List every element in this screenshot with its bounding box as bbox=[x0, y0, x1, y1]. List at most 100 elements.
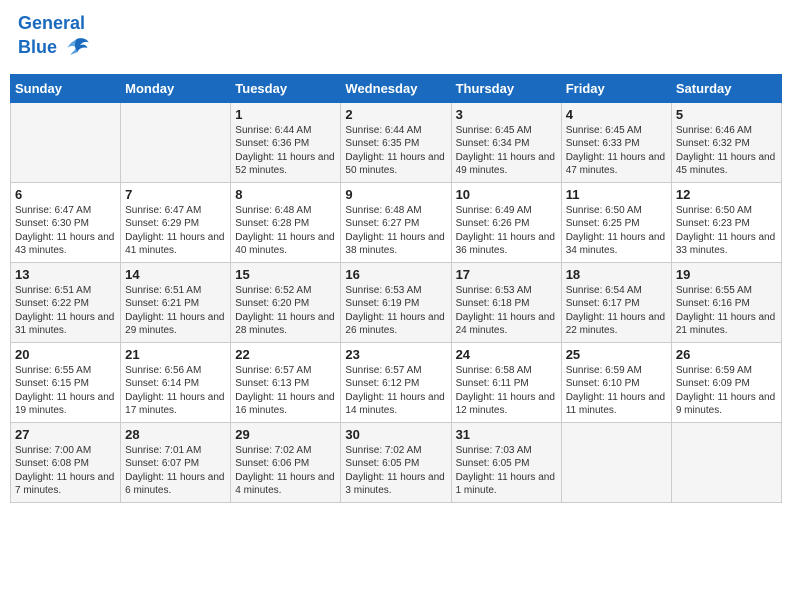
day-info: Sunrise: 6:49 AM Sunset: 6:26 PM Dayligh… bbox=[456, 204, 557, 258]
logo-bird-icon bbox=[62, 34, 90, 62]
header-day-sunday: Sunday bbox=[11, 74, 121, 102]
day-info: Sunrise: 6:45 AM Sunset: 6:34 PM Dayligh… bbox=[456, 124, 557, 178]
week-row-4: 20 Sunrise: 6:55 AM Sunset: 6:15 PM Dayli… bbox=[11, 342, 782, 422]
calendar-cell: 7Sunrise: 6:47 AM Sunset: 6:29 PM Daylig… bbox=[121, 182, 231, 262]
day-number: 8 bbox=[235, 187, 336, 202]
day-info: Sunrise: 6:48 AM Sunset: 6:27 PM Dayligh… bbox=[345, 204, 446, 258]
header-day-saturday: Saturday bbox=[671, 74, 781, 102]
day-info: Sunrise: 7:00 AM Sunset: 6:08 PM Dayligh… bbox=[15, 444, 116, 498]
header-day-tuesday: Tuesday bbox=[231, 74, 341, 102]
day-number: 15 bbox=[235, 267, 336, 282]
calendar-cell: 2 Sunrise: 6:44 AM Sunset: 6:35 PM Daylig… bbox=[341, 102, 451, 182]
calendar-cell: 26Sunrise: 6:59 AM Sunset: 6:09 PM Dayli… bbox=[671, 342, 781, 422]
header-day-monday: Monday bbox=[121, 74, 231, 102]
calendar-cell: 18 Sunrise: 6:54 AM Sunset: 6:17 PM Dayli… bbox=[561, 262, 671, 342]
calendar-cell bbox=[671, 422, 781, 502]
calendar-cell: 3 Sunrise: 6:45 AM Sunset: 6:34 PM Daylig… bbox=[451, 102, 561, 182]
day-info: Sunrise: 6:55 AM Sunset: 6:16 PM Dayligh… bbox=[676, 284, 777, 338]
calendar-cell: 19 Sunrise: 6:55 AM Sunset: 6:16 PM Dayli… bbox=[671, 262, 781, 342]
calendar-cell: 14 Sunrise: 6:51 AM Sunset: 6:21 PM Dayli… bbox=[121, 262, 231, 342]
day-info: Sunrise: 7:03 AM Sunset: 6:05 PM Dayligh… bbox=[456, 444, 557, 498]
calendar-cell: 27 Sunrise: 7:00 AM Sunset: 6:08 PM Dayli… bbox=[11, 422, 121, 502]
calendar-cell: 1 Sunrise: 6:44 AM Sunset: 6:36 PM Daylig… bbox=[231, 102, 341, 182]
day-info: Sunrise: 7:01 AM Sunset: 6:07 PM Dayligh… bbox=[125, 444, 226, 498]
day-number: 9 bbox=[345, 187, 446, 202]
day-number: 28 bbox=[125, 427, 226, 442]
day-number: 14 bbox=[125, 267, 226, 282]
day-number: 11 bbox=[566, 187, 667, 202]
calendar-cell: 30 Sunrise: 7:02 AM Sunset: 6:05 PM Dayli… bbox=[341, 422, 451, 502]
calendar-cell: 11 Sunrise: 6:50 AM Sunset: 6:25 PM Dayli… bbox=[561, 182, 671, 262]
calendar-cell: 20 Sunrise: 6:55 AM Sunset: 6:15 PM Dayli… bbox=[11, 342, 121, 422]
day-number: 24 bbox=[456, 347, 557, 362]
day-number: 19 bbox=[676, 267, 777, 282]
day-info: Sunrise: 6:59 AM Sunset: 6:09 PM Dayligh… bbox=[676, 364, 777, 418]
calendar-cell: 5 Sunrise: 6:46 AM Sunset: 6:32 PM Daylig… bbox=[671, 102, 781, 182]
calendar-cell: 17 Sunrise: 6:53 AM Sunset: 6:18 PM Dayli… bbox=[451, 262, 561, 342]
calendar-cell: 28 Sunrise: 7:01 AM Sunset: 6:07 PM Dayli… bbox=[121, 422, 231, 502]
day-info: Sunrise: 6:44 AM Sunset: 6:35 PM Dayligh… bbox=[345, 124, 446, 178]
day-number: 27 bbox=[15, 427, 116, 442]
day-number: 30 bbox=[345, 427, 446, 442]
day-info: Sunrise: 6:50 AM Sunset: 6:23 PM Dayligh… bbox=[676, 204, 777, 258]
week-row-5: 27 Sunrise: 7:00 AM Sunset: 6:08 PM Dayli… bbox=[11, 422, 782, 502]
day-number: 3 bbox=[456, 107, 557, 122]
calendar-cell: 16 Sunrise: 6:53 AM Sunset: 6:19 PM Dayli… bbox=[341, 262, 451, 342]
day-info: Sunrise: 6:53 AM Sunset: 6:18 PM Dayligh… bbox=[456, 284, 557, 338]
day-number: 5 bbox=[676, 107, 777, 122]
calendar-cell bbox=[121, 102, 231, 182]
day-info: Sunrise: 6:50 AM Sunset: 6:25 PM Dayligh… bbox=[566, 204, 667, 258]
day-info: Sunrise: 7:02 AM Sunset: 6:06 PM Dayligh… bbox=[235, 444, 336, 498]
calendar-cell: 22Sunrise: 6:57 AM Sunset: 6:13 PM Dayli… bbox=[231, 342, 341, 422]
day-number: 4 bbox=[566, 107, 667, 122]
day-number: 18 bbox=[566, 267, 667, 282]
day-info: Sunrise: 6:56 AM Sunset: 6:14 PM Dayligh… bbox=[125, 364, 226, 418]
week-row-3: 13 Sunrise: 6:51 AM Sunset: 6:22 PM Dayli… bbox=[11, 262, 782, 342]
day-number: 10 bbox=[456, 187, 557, 202]
calendar-cell: 13 Sunrise: 6:51 AM Sunset: 6:22 PM Dayli… bbox=[11, 262, 121, 342]
day-number: 23 bbox=[345, 347, 446, 362]
day-info: Sunrise: 6:46 AM Sunset: 6:32 PM Dayligh… bbox=[676, 124, 777, 178]
day-number: 25 bbox=[566, 347, 667, 362]
day-number: 16 bbox=[345, 267, 446, 282]
day-info: Sunrise: 6:47 AM Sunset: 6:30 PM Dayligh… bbox=[15, 204, 116, 258]
calendar-cell bbox=[561, 422, 671, 502]
day-info: Sunrise: 6:58 AM Sunset: 6:11 PM Dayligh… bbox=[456, 364, 557, 418]
calendar-cell: 4 Sunrise: 6:45 AM Sunset: 6:33 PM Daylig… bbox=[561, 102, 671, 182]
day-info: Sunrise: 6:44 AM Sunset: 6:36 PM Dayligh… bbox=[235, 124, 336, 178]
page-header: General Blue bbox=[10, 10, 782, 66]
calendar-cell: 29Sunrise: 7:02 AM Sunset: 6:06 PM Dayli… bbox=[231, 422, 341, 502]
calendar-cell: 8 Sunrise: 6:48 AM Sunset: 6:28 PM Daylig… bbox=[231, 182, 341, 262]
calendar-cell: 23Sunrise: 6:57 AM Sunset: 6:12 PM Dayli… bbox=[341, 342, 451, 422]
calendar-cell: 24 Sunrise: 6:58 AM Sunset: 6:11 PM Dayli… bbox=[451, 342, 561, 422]
day-number: 20 bbox=[15, 347, 116, 362]
day-info: Sunrise: 6:57 AM Sunset: 6:13 PM Dayligh… bbox=[235, 364, 336, 418]
day-number: 17 bbox=[456, 267, 557, 282]
day-info: Sunrise: 6:53 AM Sunset: 6:19 PM Dayligh… bbox=[345, 284, 446, 338]
day-info: Sunrise: 6:54 AM Sunset: 6:17 PM Dayligh… bbox=[566, 284, 667, 338]
day-info: Sunrise: 6:48 AM Sunset: 6:28 PM Dayligh… bbox=[235, 204, 336, 258]
day-number: 12 bbox=[676, 187, 777, 202]
calendar-cell: 6 Sunrise: 6:47 AM Sunset: 6:30 PM Daylig… bbox=[11, 182, 121, 262]
day-number: 1 bbox=[235, 107, 336, 122]
day-info: Sunrise: 6:45 AM Sunset: 6:33 PM Dayligh… bbox=[566, 124, 667, 178]
day-info: Sunrise: 6:51 AM Sunset: 6:21 PM Dayligh… bbox=[125, 284, 226, 338]
day-info: Sunrise: 7:02 AM Sunset: 6:05 PM Dayligh… bbox=[345, 444, 446, 498]
day-number: 6 bbox=[15, 187, 116, 202]
calendar-cell: 15Sunrise: 6:52 AM Sunset: 6:20 PM Dayli… bbox=[231, 262, 341, 342]
calendar-cell: 10 Sunrise: 6:49 AM Sunset: 6:26 PM Dayli… bbox=[451, 182, 561, 262]
day-info: Sunrise: 6:47 AM Sunset: 6:29 PM Dayligh… bbox=[125, 204, 226, 258]
day-info: Sunrise: 6:51 AM Sunset: 6:22 PM Dayligh… bbox=[15, 284, 116, 338]
header-row: SundayMondayTuesdayWednesdayThursdayFrid… bbox=[11, 74, 782, 102]
header-day-friday: Friday bbox=[561, 74, 671, 102]
calendar-cell bbox=[11, 102, 121, 182]
day-number: 2 bbox=[345, 107, 446, 122]
day-number: 31 bbox=[456, 427, 557, 442]
day-info: Sunrise: 6:55 AM Sunset: 6:15 PM Dayligh… bbox=[15, 364, 116, 418]
calendar-cell: 21 Sunrise: 6:56 AM Sunset: 6:14 PM Dayli… bbox=[121, 342, 231, 422]
day-number: 21 bbox=[125, 347, 226, 362]
week-row-2: 6 Sunrise: 6:47 AM Sunset: 6:30 PM Daylig… bbox=[11, 182, 782, 262]
header-day-thursday: Thursday bbox=[451, 74, 561, 102]
day-number: 13 bbox=[15, 267, 116, 282]
calendar-cell: 9 Sunrise: 6:48 AM Sunset: 6:27 PM Daylig… bbox=[341, 182, 451, 262]
